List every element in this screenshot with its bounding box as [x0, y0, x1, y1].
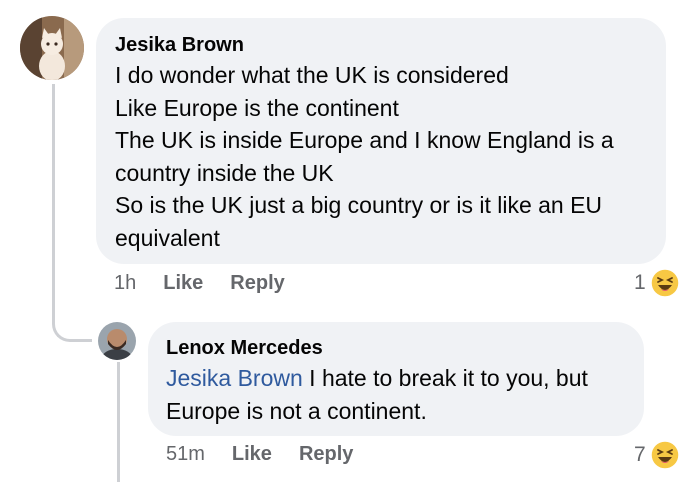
comment-line: equivalent — [115, 224, 220, 251]
reaction-count: 1 — [634, 271, 646, 294]
laughing-emoji-icon — [649, 268, 680, 298]
cat-photo-avatar-icon — [20, 16, 84, 80]
like-button[interactable]: Like — [232, 443, 272, 466]
comment-line-rest: I hate to break it to you, but — [302, 365, 588, 391]
man-photo-avatar-icon — [98, 322, 136, 360]
comment-line: So is the UK just a big country or is it… — [115, 192, 603, 218]
thread-line-reply — [117, 362, 120, 482]
comment-text: I do wonder what the UK is considered Li… — [115, 59, 614, 254]
comment-actions: 51m Like Reply — [166, 443, 353, 466]
mention-link[interactable]: Jesika Brown — [166, 365, 303, 391]
like-button[interactable]: Like — [163, 272, 203, 295]
comment-author[interactable]: Jesika Brown — [115, 34, 244, 57]
reaction-summary[interactable]: 1 — [634, 268, 680, 298]
reply-button[interactable]: Reply — [230, 272, 284, 295]
reaction-count: 7 — [634, 443, 646, 466]
comment-line: I do wonder what the UK is considered — [115, 62, 509, 88]
comment-text: Jesika Brown I hate to break it to you, … — [166, 362, 588, 427]
thread-line-main — [52, 84, 92, 342]
comment-bubble: Jesika Brown I do wonder what the UK is … — [96, 18, 666, 264]
comment-author[interactable]: Lenox Mercedes — [166, 337, 323, 360]
reaction-summary[interactable]: 7 — [634, 440, 680, 470]
comment-timestamp[interactable]: 51m — [166, 443, 205, 466]
avatar[interactable] — [20, 16, 84, 80]
comment-actions: 1h Like Reply — [114, 272, 285, 295]
avatar[interactable] — [98, 322, 136, 360]
reply-button[interactable]: Reply — [299, 443, 353, 466]
comment-line: country inside the UK — [115, 159, 334, 186]
reply-bubble: Lenox Mercedes Jesika Brown I hate to br… — [148, 322, 644, 436]
comment-timestamp[interactable]: 1h — [114, 272, 136, 295]
comment-line: Europe is not a continent. — [166, 397, 427, 424]
comment-line: Jesika Brown I hate to break it to you, … — [166, 362, 588, 395]
laughing-emoji-icon — [649, 440, 680, 470]
comment-line: The UK is inside Europe and I know Engla… — [115, 127, 614, 153]
comment-line: Like Europe is the continent — [115, 94, 399, 121]
